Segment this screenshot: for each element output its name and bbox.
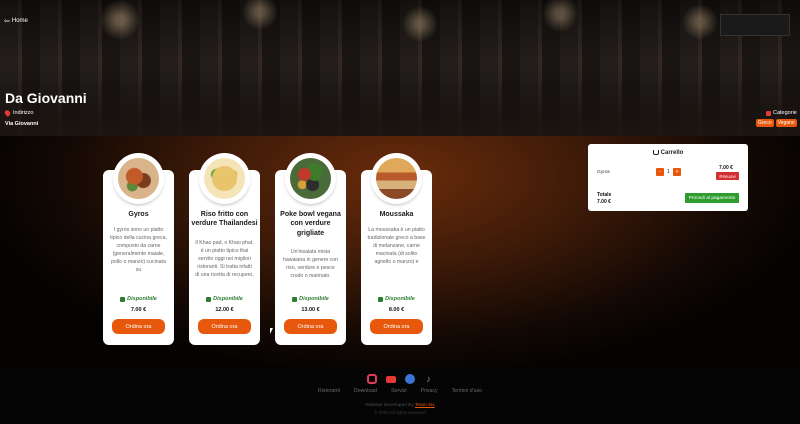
bag-icon xyxy=(206,296,212,302)
home-link[interactable]: ⇦ Home xyxy=(4,17,28,25)
copyright: © 2024 All rights reserved xyxy=(374,410,426,415)
dish-description: La moussaka è un piatto tradizionale gre… xyxy=(367,227,426,266)
tiktok-icon[interactable]: ♪ xyxy=(424,374,434,384)
cart-item-name: Gyros xyxy=(597,170,610,175)
quantity-decrease-button[interactable]: - xyxy=(656,168,664,176)
footer-link[interactable]: Ristoranti xyxy=(318,388,340,394)
dish-description: I gyros sono un piatto tipico della cuci… xyxy=(110,227,167,274)
location-pin-icon xyxy=(3,109,12,117)
bag-icon xyxy=(378,296,384,302)
footer-link[interactable]: Download xyxy=(354,388,377,394)
address-value: Via Giovanni xyxy=(5,121,39,127)
dish-price: 13.00 € xyxy=(301,307,320,313)
youtube-icon[interactable] xyxy=(385,376,396,383)
bag-icon xyxy=(120,296,126,302)
telegram-icon[interactable] xyxy=(404,374,415,384)
menu-card: Poke bowl vegana con verdure grigliate U… xyxy=(275,155,346,345)
hero-banner xyxy=(0,0,800,136)
category-tags: Greco Vegano xyxy=(756,119,797,127)
quantity-increase-button[interactable]: + xyxy=(673,168,681,176)
hero-floor xyxy=(0,80,800,136)
tag-icon xyxy=(766,110,771,116)
dish-image xyxy=(373,155,420,202)
bag-icon xyxy=(292,296,298,302)
dish-name: Riso fritto con verdure Thailandesi xyxy=(191,211,258,228)
availability-status: Disponibile xyxy=(103,296,174,302)
categories-label-row: Categorie xyxy=(766,110,797,116)
menu-card: Moussaka La moussaka è un piatto tradizi… xyxy=(361,155,432,345)
cart-icon xyxy=(652,150,659,155)
checkout-button[interactable]: Procedi al pagamento xyxy=(685,193,739,203)
back-arrow-icon: ⇦ xyxy=(4,18,10,25)
social-links: ♪ xyxy=(0,374,800,384)
order-button[interactable]: Ordina ora xyxy=(370,319,423,334)
quantity-value: 1 xyxy=(667,169,670,175)
dish-image xyxy=(201,155,248,202)
dish-name: Moussaka xyxy=(379,211,414,218)
footer-links: Ristoranti Download Servizi Privacy Term… xyxy=(0,388,800,394)
footer-link[interactable]: Termini d'uso xyxy=(452,388,482,394)
availability-label: Disponibile xyxy=(385,296,415,302)
order-button[interactable]: Ordina ora xyxy=(112,319,165,334)
dish-price: 8.00 € xyxy=(388,307,405,313)
order-button[interactable]: Ordina ora xyxy=(284,319,337,334)
address-label: Indirizzo xyxy=(13,110,34,116)
menu-card: Gyros I gyros sono un piatto tipico dell… xyxy=(103,155,174,345)
hero-lights xyxy=(0,0,800,70)
availability-status: Disponibile xyxy=(189,296,260,302)
order-button[interactable]: Ordina ora xyxy=(198,319,251,334)
mouse-cursor xyxy=(270,328,273,334)
dish-image xyxy=(115,155,162,202)
dish-name: Poke bowl vegana con verdure grigliate xyxy=(280,211,341,237)
team-link[interactable]: Team Six xyxy=(415,403,435,408)
availability-label: Disponibile xyxy=(299,296,329,302)
dish-image xyxy=(287,155,334,202)
footer-link[interactable]: Servizi xyxy=(391,388,407,394)
menu-card: Riso fritto con verdure Thailandesi Il K… xyxy=(189,155,260,345)
credit-prefix: Website Developed By xyxy=(365,403,414,408)
dish-price: 7.00 € xyxy=(130,307,147,313)
category-tag[interactable]: Vegano xyxy=(775,119,797,127)
total-label: Totale xyxy=(597,192,612,198)
footer-link[interactable]: Privacy xyxy=(421,388,438,394)
dish-price: 12.00 € xyxy=(215,307,234,313)
remove-button[interactable]: Rimuovi xyxy=(716,172,739,180)
availability-label: Disponibile xyxy=(127,296,157,302)
footer: ♪ Ristoranti Download Servizi Privacy Te… xyxy=(0,368,800,424)
availability-status: Disponibile xyxy=(361,296,432,302)
address-label-row: Indirizzo xyxy=(3,109,34,117)
category-tag[interactable]: Greco xyxy=(756,119,774,127)
cart-title: Carrello xyxy=(660,150,684,157)
dish-name: Gyros xyxy=(128,211,149,218)
instagram-icon[interactable] xyxy=(366,374,377,384)
cart-item-price: 7.00 € xyxy=(719,165,733,171)
home-label: Home xyxy=(11,18,28,24)
cart-panel: Carrello Gyros - 1 + 7.00 € Rimuovi Tota… xyxy=(588,144,748,211)
dish-description: Il Khao pad, o Khao phat, è un piatto ti… xyxy=(195,240,254,279)
developer-credit: Website Developed By Team Six xyxy=(0,403,800,408)
restaurant-title: Da Giovanni xyxy=(5,90,87,106)
cart-title-row: Carrello xyxy=(588,150,748,156)
availability-label: Disponibile xyxy=(213,296,243,302)
total-value: 7.00 € xyxy=(597,199,611,205)
availability-status: Disponibile xyxy=(275,296,346,302)
categories-label: Categorie xyxy=(773,110,797,116)
hero-sign xyxy=(720,14,790,36)
